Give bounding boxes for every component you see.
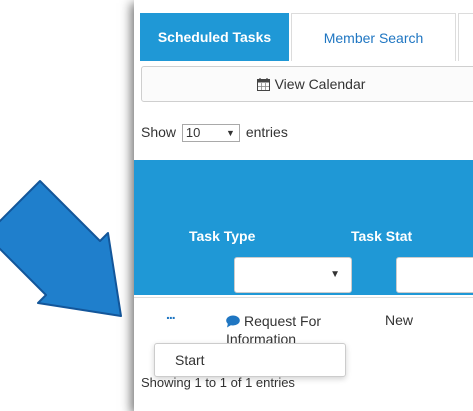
table-info: Showing 1 to 1 of 1 entries <box>141 375 295 390</box>
calendar-icon <box>256 78 270 91</box>
task-type-filter[interactable]: ▼ <box>234 257 352 293</box>
row-task-status: New <box>385 312 414 328</box>
row-actions-button[interactable]: ... <box>166 306 176 322</box>
entries-select[interactable]: 10 ▼ <box>181 124 240 143</box>
tab-overflow[interactable] <box>458 13 473 61</box>
tab-bar: Scheduled Tasks Member Search <box>140 13 473 61</box>
tasks-panel: Scheduled Tasks Member Search View Calen… <box>134 0 473 411</box>
length-suffix: entries <box>245 124 288 140</box>
view-calendar-label: View Calendar <box>274 76 366 92</box>
entries-length-control: Show 10 ▼ entries <box>141 124 288 143</box>
header-task-status[interactable]: Task Stat <box>351 228 412 244</box>
row-context-menu: Start <box>154 343 346 377</box>
menu-item-start[interactable]: Start <box>175 352 205 368</box>
tab-member-search[interactable]: Member Search <box>291 13 456 61</box>
row-task-type-text: Request For Information <box>226 313 322 347</box>
callout-arrow <box>0 180 122 317</box>
header-task-type[interactable]: Task Type <box>189 228 255 244</box>
task-status-filter[interactable] <box>396 257 473 293</box>
select-caret-icon: ▼ <box>226 128 235 139</box>
comment-icon <box>226 315 240 328</box>
view-calendar-button[interactable]: View Calendar <box>141 66 473 102</box>
entries-select-value: 10 <box>185 125 201 141</box>
length-prefix: Show <box>141 124 177 140</box>
tab-scheduled-tasks[interactable]: Scheduled Tasks <box>140 13 289 61</box>
table-header: Task Type Task Stat ▼ <box>134 160 473 295</box>
chevron-down-icon: ▼ <box>330 269 340 280</box>
table-row: ... Request For Information New <box>134 297 473 348</box>
